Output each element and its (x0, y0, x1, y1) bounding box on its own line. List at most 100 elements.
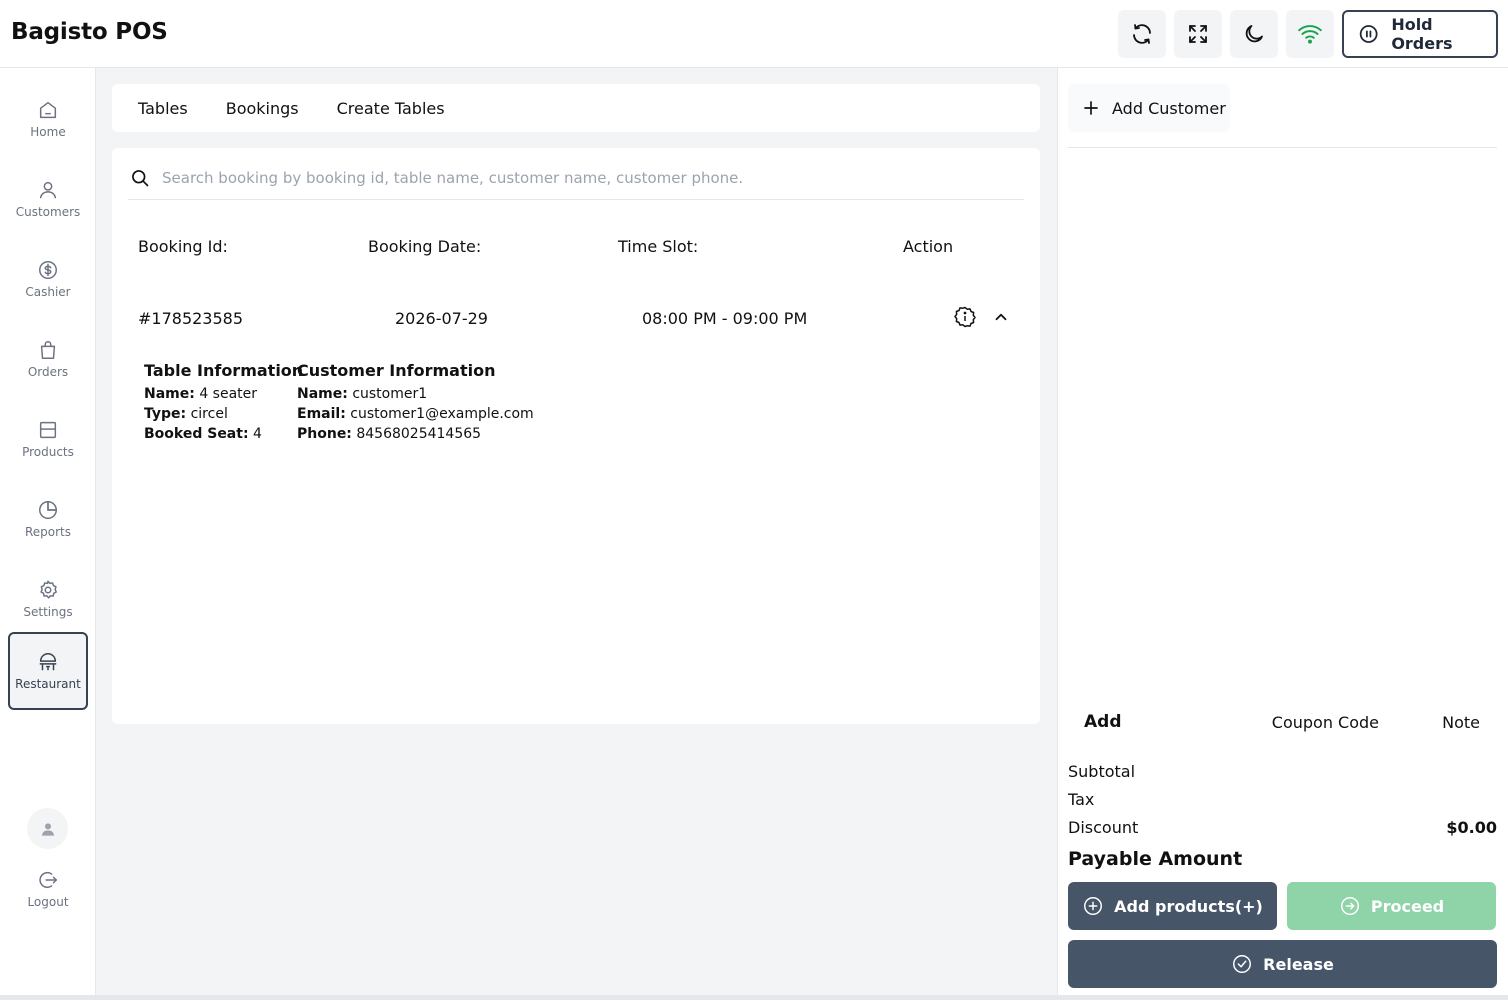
release-label: Release (1263, 954, 1334, 974)
sidebar-item-reports[interactable]: Reports (8, 480, 88, 558)
table-information: Table Information Name: 4 seater Type: c… (144, 360, 303, 444)
customer-email: customer1@example.com (350, 406, 534, 422)
sidebar-item-label: Orders (27, 365, 69, 379)
sidebar-item-label: Reports (24, 525, 72, 539)
home-icon (39, 101, 57, 119)
gear-icon (40, 580, 57, 599)
fullscreen-icon (1189, 25, 1207, 43)
payable-amount-label: Payable Amount (1068, 848, 1243, 870)
box-icon (39, 421, 57, 439)
column-header-action: Action (903, 237, 954, 256)
sidebar-item-label: Cashier (25, 285, 71, 299)
hold-orders-button[interactable]: Hold Orders (1342, 10, 1498, 58)
top-header: Bagisto POS Hold Orders (0, 0, 1508, 68)
logout-icon (39, 871, 57, 889)
pause-circle-icon (1359, 25, 1378, 43)
proceed-button[interactable]: Proceed (1287, 882, 1496, 930)
discount-row: Discount $0.00 (1068, 818, 1497, 837)
sidebar-item-orders[interactable]: Orders (8, 320, 88, 398)
search-bar (128, 156, 1024, 200)
customer-phone: 84568025414565 (356, 426, 482, 442)
column-header-time-slot: Time Slot: (618, 237, 699, 256)
sidebar-item-cashier[interactable]: Cashier (8, 240, 88, 318)
hold-orders-label: Hold Orders (1391, 15, 1453, 53)
pie-chart-icon (39, 501, 57, 519)
booked-seat-row: Booked Seat: 4 (144, 426, 262, 442)
add-products-label: Add products(+) (1114, 896, 1263, 916)
main-content: Tables Bookings Create Tables Booking Id… (96, 68, 1057, 1000)
restaurant-icon (39, 653, 57, 671)
bottom-scrollbar (0, 995, 1508, 1000)
customer-phone-row: Phone: 84568025414565 (297, 426, 482, 442)
tab-tables[interactable]: Tables (138, 99, 188, 118)
table-name: 4 seater (199, 386, 258, 402)
logout-button[interactable]: Logout (8, 850, 88, 928)
customer-information: Customer Information Name: customer1 Ema… (297, 360, 534, 444)
sidebar: Home Customers Cashier Orders Products R… (0, 68, 96, 1000)
add-customer-label: Add Customer (1112, 98, 1226, 118)
customer-name: customer1 (352, 386, 428, 402)
refresh-icon (1133, 24, 1151, 44)
customer-email-row: Email: customer1@example.com (297, 406, 534, 422)
avatar[interactable] (27, 808, 68, 849)
search-icon (132, 169, 149, 186)
arrow-right-circle-icon (1340, 897, 1359, 915)
plus-circle-icon (1084, 897, 1103, 915)
info-badge-icon (954, 306, 976, 328)
wifi-icon (1298, 25, 1322, 44)
tab-create-tables[interactable]: Create Tables (337, 99, 445, 118)
column-header-booking-id: Booking Id: (138, 237, 228, 256)
dark-mode-button[interactable] (1230, 10, 1278, 58)
table-type: circel (190, 406, 228, 422)
shopping-bag-icon (40, 341, 56, 359)
tab-bookings[interactable]: Bookings (226, 99, 299, 118)
sidebar-item-label: Restaurant (15, 677, 81, 691)
customer-info-title: Customer Information (297, 361, 496, 380)
booking-info-button[interactable] (953, 305, 977, 329)
column-header-booking-date: Booking Date: (368, 237, 482, 256)
table-name-row: Name: 4 seater (144, 386, 258, 402)
logout-label: Logout (27, 895, 69, 909)
proceed-label: Proceed (1370, 896, 1445, 916)
release-button[interactable]: Release (1068, 940, 1497, 988)
booking-id: #178523585 (138, 309, 244, 328)
customer-name-row: Name: customer1 (297, 386, 428, 402)
plus-icon (1084, 101, 1098, 115)
subtotal-label: Subtotal (1068, 762, 1136, 781)
subtotal-row: Subtotal (1068, 762, 1497, 781)
discount-label: Discount (1068, 818, 1139, 837)
note-button[interactable]: Note (1442, 713, 1480, 732)
sidebar-item-label: Settings (23, 605, 73, 619)
add-customer-button[interactable]: Add Customer (1068, 84, 1230, 132)
collapse-row-button[interactable] (989, 305, 1013, 329)
booked-seat: 4 (253, 426, 262, 442)
chevron-up-icon (995, 313, 1007, 321)
sidebar-item-home[interactable]: Home (8, 80, 88, 158)
sidebar-item-settings[interactable]: Settings (8, 560, 88, 638)
sidebar-item-products[interactable]: Products (8, 400, 88, 478)
cart-panel: Add Customer Add Coupon Code Note Subtot… (1057, 68, 1508, 1000)
search-input[interactable] (162, 168, 1002, 187)
tax-row: Tax (1068, 790, 1497, 809)
add-products-button[interactable]: Add products(+) (1068, 882, 1277, 930)
user-avatar-icon (41, 822, 54, 836)
refresh-button[interactable] (1118, 10, 1166, 58)
table-info-title: Table Information (144, 361, 304, 380)
bookings-panel: Booking Id: Booking Date: Time Slot: Act… (112, 148, 1040, 724)
tax-label: Tax (1068, 790, 1095, 809)
dark-mode-icon (1245, 25, 1263, 43)
coupon-code-button[interactable]: Coupon Code (1272, 713, 1379, 732)
add-label: Add (1084, 712, 1122, 732)
wifi-status-button[interactable] (1286, 10, 1334, 58)
cart-extras-row: Add Coupon Code Note (1068, 708, 1497, 736)
sidebar-item-customers[interactable]: Customers (8, 160, 88, 238)
booking-date: 2026-07-29 (395, 309, 488, 328)
table-type-row: Type: circel (144, 406, 228, 422)
sidebar-item-label: Home (30, 125, 66, 139)
sidebar-item-restaurant[interactable]: Restaurant (8, 632, 88, 710)
dollar-icon (39, 261, 57, 279)
sidebar-item-label: Products (22, 445, 74, 459)
booking-time-slot: 08:00 PM - 09:00 PM (642, 309, 808, 328)
fullscreen-button[interactable] (1174, 10, 1222, 58)
app-title: Bagisto POS (11, 19, 168, 45)
